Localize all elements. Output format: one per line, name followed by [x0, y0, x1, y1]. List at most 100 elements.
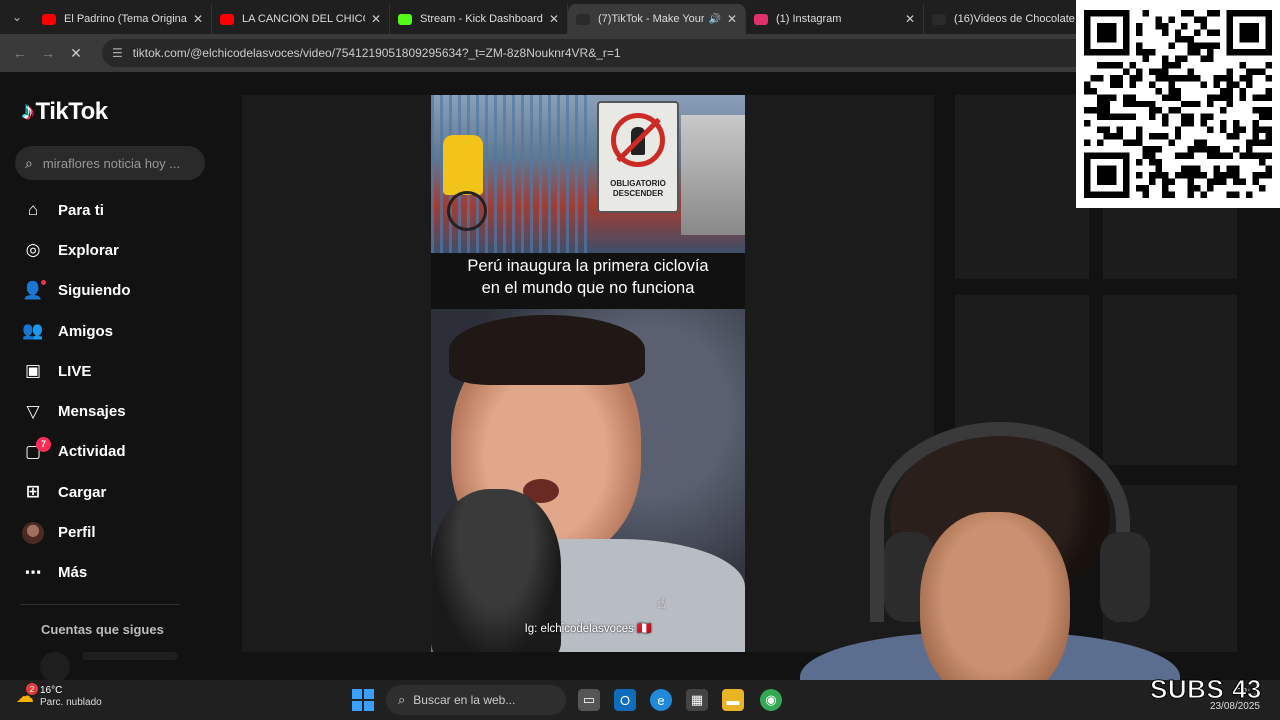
sidebar-item-cargar[interactable]: ⊞ Cargar	[0, 472, 240, 512]
friends-icon: 👥	[22, 321, 44, 341]
upload-icon: ⊞	[25, 482, 41, 502]
following-accounts-title: Cuentas que sigues	[41, 622, 164, 637]
sidebar-item-siguiendo[interactable]: 👤 Siguiendo	[0, 271, 240, 311]
streamer-face	[920, 512, 1070, 702]
sign-label: OBLIGATORIO DESCENDER	[610, 179, 666, 198]
tab-favicon-icon	[754, 13, 768, 25]
stop-loading-icon[interactable]: ✕	[62, 45, 90, 62]
task-view-icon[interactable]: ▭	[578, 689, 600, 711]
tab-title: (1) Instagram	[776, 13, 842, 25]
no-cycling-sign: OBLIGATORIO DESCENDER	[597, 101, 679, 213]
instagram-tag: Ig: elchicodelasvoces 🇵🇪	[524, 623, 652, 635]
divider	[20, 604, 180, 605]
weather-widget[interactable]: ☁ 2 16°C Parc. nublado	[16, 683, 102, 708]
skeleton-line	[82, 652, 178, 660]
file-explorer-icon[interactable]: ▬	[722, 689, 744, 711]
sidebar-item-label: Cargar	[58, 483, 107, 501]
sidebar-item-label: Más	[58, 564, 88, 582]
sidebar-item-label: LIVE	[58, 362, 92, 380]
compass-icon: ◎	[25, 240, 41, 260]
tab-title: (16)Videos de Chocolate (	[954, 13, 1077, 25]
search-input[interactable]: ⌕ miraflores noticia hoy ...	[15, 146, 205, 180]
video-scene-bikepath: OBLIGATORIO DESCENDER	[431, 95, 745, 253]
tab-close-icon[interactable]: ✕	[193, 12, 203, 26]
weather-badge: 2	[26, 683, 38, 695]
sidebar-item-explorar[interactable]: ◎ Explorar	[0, 230, 240, 270]
tab-favicon-icon	[42, 13, 56, 25]
sidebar-item-live[interactable]: ▣ LIVE	[0, 351, 240, 391]
sidebar-item-mensajes[interactable]: ▽ Mensajes	[0, 391, 240, 431]
webcam-overlay	[800, 412, 1180, 720]
qr-code-pattern	[1084, 10, 1272, 198]
browser-tab[interactable]: (1) Instagram ✕	[746, 4, 924, 34]
chrome-icon[interactable]: ◉	[760, 689, 782, 711]
avatar	[22, 521, 44, 544]
windows-logo-icon	[364, 701, 374, 711]
sidebar-item-para-ti[interactable]: ⌂ Para ti	[0, 190, 240, 230]
tab-close-icon[interactable]: ✕	[905, 12, 915, 26]
outlook-icon[interactable]: O	[614, 689, 636, 711]
taskbar-search-placeholder: Buscar en la web...	[413, 693, 516, 707]
video-player[interactable]: OBLIGATORIO DESCENDER Perú inaugura la p…	[431, 95, 745, 652]
store-icon[interactable]: ▦	[686, 689, 708, 711]
qr-code	[1076, 0, 1280, 208]
home-icon: ⌂	[27, 200, 39, 220]
browser-tab[interactable]: El Padrino (Tema Original) ✕	[34, 4, 212, 34]
caption-line-1: Perú inaugura la primera ciclovía	[467, 257, 709, 275]
tab-title: (7)TikTok - Make Your	[598, 13, 705, 25]
tab-favicon-icon	[398, 13, 412, 25]
edge-icon[interactable]: e	[650, 689, 672, 711]
subs-counter: SUBS 43	[1150, 674, 1262, 705]
taskbar-search[interactable]: ⌕ Buscar en la web...	[386, 685, 566, 715]
browser-tab[interactable]: LA CANCIÓN DEL CHICO C ✕	[212, 4, 390, 34]
tab-favicon-icon	[932, 13, 946, 25]
logo-text: TikTok	[35, 98, 109, 125]
tab-favicon-icon	[576, 13, 590, 25]
start-button[interactable]	[352, 689, 374, 711]
sidebar-nav: ⌂ Para ti ◎ Explorar 👤 Siguiendo 👥 Amigos ▣ LIVE ▽…	[0, 190, 240, 593]
tiktok-note-icon: ♪	[22, 98, 34, 125]
tab-close-icon[interactable]: ✕	[727, 12, 737, 26]
tab-audio-icon[interactable]: 🔊	[708, 14, 720, 25]
sidebar-item-actividad[interactable]: ▢ Actividad 7	[0, 432, 240, 472]
forward-icon[interactable]: →	[34, 45, 62, 61]
buildings	[681, 115, 745, 235]
windows-logo-icon	[352, 701, 362, 711]
back-icon[interactable]: ←	[6, 45, 34, 61]
sidebar-item-label: Amigos	[58, 322, 114, 340]
tiktok-logo[interactable]: ♪ TikTok	[22, 98, 108, 126]
weather-condition: Parc. nublado	[40, 697, 102, 708]
sidebar-item-label: Actividad	[58, 443, 126, 461]
sidebar-item-label: Para ti	[58, 201, 104, 219]
url-text: tiktok.com/@elchicodelasvoces/video/7541…	[132, 46, 621, 60]
search-icon: ⌕	[398, 692, 406, 707]
address-bar[interactable]: ☰ tiktok.com/@elchicodelasvoces/video/75…	[102, 39, 1092, 67]
tab-search-icon[interactable]: ⌄	[0, 0, 34, 34]
skeleton-avatar	[40, 652, 70, 682]
headphone-cup-right	[1100, 532, 1150, 622]
placeholder-tile	[955, 95, 1089, 279]
windows-logo-icon	[364, 689, 374, 699]
notification-dot	[41, 279, 46, 285]
browser-tab[interactable]: Stream - Kick Dashboard ✕	[390, 4, 568, 34]
bicycle-wheel	[447, 191, 487, 231]
search-icon: ⌕	[25, 154, 33, 171]
tab-close-icon[interactable]: ✕	[371, 12, 381, 26]
sidebar-item-perfil[interactable]: Perfil	[0, 512, 240, 552]
sidebar-item-m-s[interactable]: ⋯ Más	[0, 553, 240, 593]
sidebar-item-label: Perfil	[58, 524, 96, 542]
notification-badge: 7	[36, 436, 51, 452]
windows-taskbar: ☁ 2 16°C Parc. nublado ⌕ Buscar en la we…	[0, 680, 1280, 720]
sidebar-item-amigos[interactable]: 👥 Amigos	[0, 311, 240, 351]
messages-icon: ▽	[26, 401, 40, 421]
site-info-icon[interactable]: ☰	[112, 46, 123, 60]
video-scene-speaker: Ig: elchicodelasvoces 🇵🇪 ☝	[431, 309, 745, 652]
cyclist	[443, 135, 483, 195]
more-icon: ⋯	[24, 562, 42, 582]
video-caption: Perú inaugura la primera ciclovía en el …	[431, 253, 745, 309]
tab-title: LA CANCIÓN DEL CHICO C	[242, 13, 365, 25]
tab-favicon-icon	[220, 13, 234, 25]
speaker-hair	[449, 315, 645, 385]
tab-close-icon[interactable]: ✕	[549, 12, 559, 26]
browser-tab[interactable]: (7)TikTok - Make Your 🔊 ✕	[568, 4, 746, 34]
